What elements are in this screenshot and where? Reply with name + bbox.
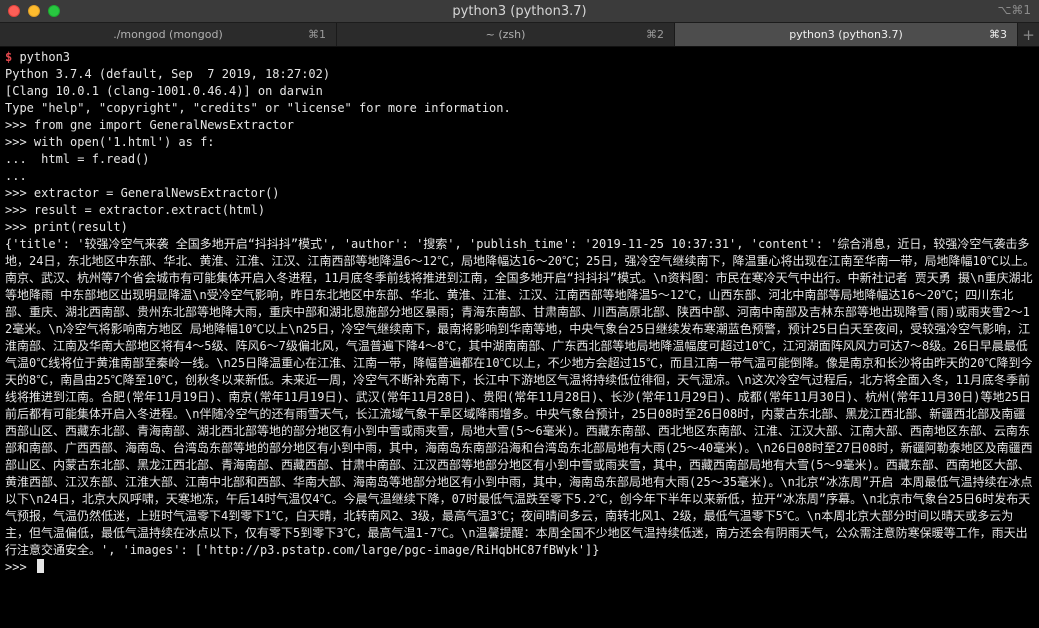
terminal-line: Type "help", "copyright", "credits" or "…: [5, 101, 511, 115]
terminal-content[interactable]: $ python3 Python 3.7.4 (default, Sep 7 2…: [0, 47, 1039, 576]
tab-label: ./mongod (mongod): [113, 28, 223, 41]
final-prompt-line[interactable]: >>>: [5, 559, 1039, 576]
text-cursor: [36, 559, 44, 573]
terminal-line: Python 3.7.4 (default, Sep 7 2019, 18:27…: [5, 67, 331, 81]
terminal-line: [Clang 10.0.1 (clang-1001.0.46.4)] on da…: [5, 84, 323, 98]
new-tab-button[interactable]: +: [1018, 23, 1039, 46]
terminal-line: >>> with open('1.html') as f:: [5, 135, 215, 149]
title-bar[interactable]: python3 (python3.7) ⌥⌘1: [0, 0, 1039, 22]
terminal-line: ... html = f.read(): [5, 152, 150, 166]
tab-shortcut: ⌘1: [308, 28, 326, 41]
window-shortcut: ⌥⌘1: [997, 3, 1031, 17]
terminal-line: >>> extractor = GeneralNewsExtractor(): [5, 186, 280, 200]
close-window-button[interactable]: [8, 5, 20, 17]
tab-shortcut: ⌘3: [989, 28, 1007, 41]
print-output: {'title': '较强冷空气来袭 全国多地开启“抖抖抖”模式', 'auth…: [5, 237, 1035, 557]
python-prompt: >>>: [5, 560, 34, 574]
terminal-line: >>> print(result): [5, 220, 128, 234]
tab-mongod[interactable]: ./mongod (mongod) ⌘1: [0, 23, 337, 46]
minimize-window-button[interactable]: [28, 5, 40, 17]
terminal-window: python3 (python3.7) ⌥⌘1 ./mongod (mongod…: [0, 0, 1039, 628]
tab-python3[interactable]: python3 (python3.7) ⌘3: [675, 23, 1018, 46]
terminal-line: ...: [5, 169, 27, 183]
tab-zsh[interactable]: ~ (zsh) ⌘2: [337, 23, 675, 46]
terminal-line: >>> from gne import GeneralNewsExtractor: [5, 118, 294, 132]
shell-command-line: $ python3: [5, 49, 1039, 66]
window-title: python3 (python3.7): [452, 3, 587, 19]
tab-label: python3 (python3.7): [789, 28, 903, 41]
shell-command: python3: [12, 50, 71, 64]
tab-label: ~ (zsh): [485, 28, 526, 41]
maximize-window-button[interactable]: [48, 5, 60, 17]
tab-bar: ./mongod (mongod) ⌘1 ~ (zsh) ⌘2 python3 …: [0, 22, 1039, 47]
tab-shortcut: ⌘2: [646, 28, 664, 41]
window-controls: [8, 5, 60, 17]
terminal-line: >>> result = extractor.extract(html): [5, 203, 266, 217]
